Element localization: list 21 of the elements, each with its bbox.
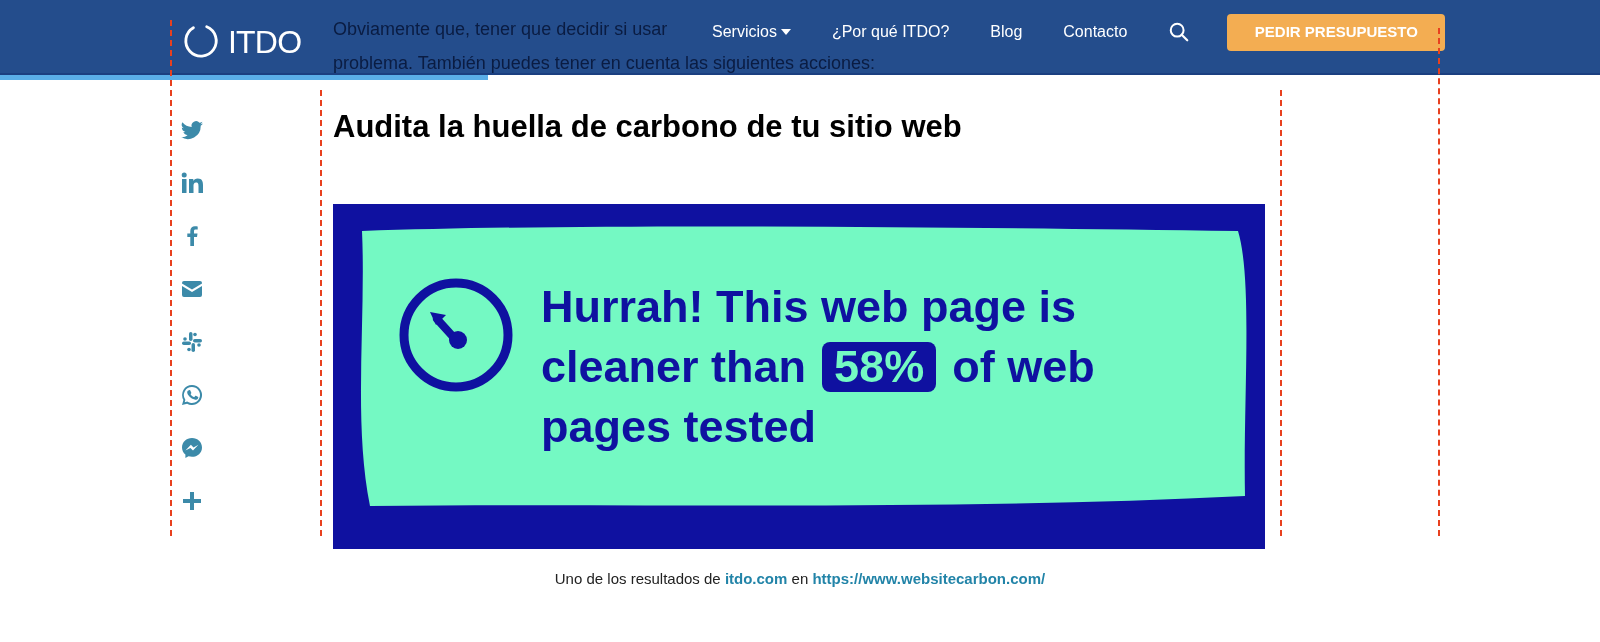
link[interactable]: https://www.websitecarbon.com/ bbox=[812, 570, 1046, 587]
more-icon[interactable] bbox=[180, 489, 204, 513]
percentage-highlight: 58% bbox=[822, 342, 937, 392]
section-heading: Audita la huella de carbono de tu sitio web bbox=[333, 108, 962, 146]
link[interactable]: itdo.com bbox=[724, 570, 788, 587]
banner-text: of web bbox=[952, 340, 1095, 394]
banner-text: pages tested bbox=[541, 400, 817, 454]
image-caption: Uno de los resultados de itdo.com en https://www.websitecarbon.com/ bbox=[553, 569, 1047, 589]
logo-text: ITDO bbox=[228, 23, 302, 62]
clock-icon bbox=[397, 276, 515, 394]
banner-text: Hurrah! This web page is bbox=[541, 280, 1077, 334]
linkedin-icon[interactable] bbox=[180, 171, 204, 195]
messenger-icon[interactable] bbox=[180, 436, 204, 460]
search-icon[interactable] bbox=[1168, 21, 1191, 43]
slack-icon[interactable] bbox=[180, 330, 204, 354]
logo-ring-icon bbox=[182, 23, 220, 61]
banner-text: cleaner than bbox=[541, 340, 807, 394]
paragraph-line: Obviamente que, tener que decidir si usar bbox=[333, 18, 668, 41]
paragraph-line: problema. También puedes tener en cuenta las siguientes acciones: bbox=[333, 52, 875, 75]
whatsapp-icon[interactable] bbox=[180, 383, 204, 407]
twitter-icon[interactable] bbox=[180, 118, 204, 142]
